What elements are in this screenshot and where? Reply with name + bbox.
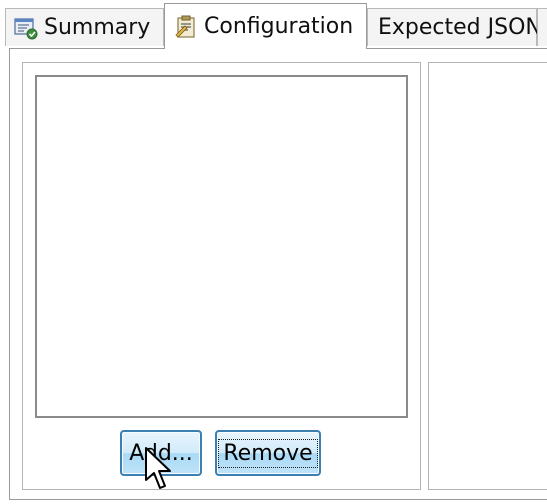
tab-configuration-label: Configuration [204,14,354,39]
configuration-detail-pane [428,62,547,490]
add-button[interactable]: Add... [120,430,202,476]
tab-expected-json[interactable]: Expected JSON [367,8,542,46]
tab-strip: Summary Configuration Expected JSON [0,0,547,49]
tab-summary-label: Summary [44,15,151,40]
remove-button[interactable]: Remove [215,430,321,476]
add-button-label: Add... [129,440,193,466]
tab-summary[interactable]: Summary [5,8,164,46]
tab-expected-json-label: Expected JSON [378,15,542,40]
configuration-clipboard-icon [175,15,195,38]
configuration-window: Summary Configuration Expected JSON Add.… [0,0,547,504]
summary-report-icon [14,17,38,39]
tab-configuration[interactable]: Configuration [164,3,367,49]
tab-overflow[interactable] [537,8,547,46]
remove-button-label: Remove [218,438,318,468]
configuration-list[interactable] [35,75,408,418]
